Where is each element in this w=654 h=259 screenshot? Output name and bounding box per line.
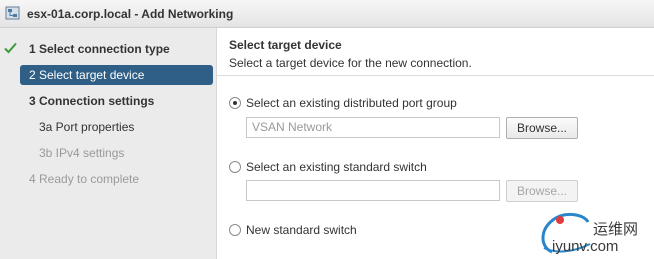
radio-new-standard-switch[interactable] bbox=[229, 224, 241, 236]
wizard-steps-sidebar: 1 Select connection type 2 Select target… bbox=[0, 28, 217, 259]
step-port-properties[interactable]: 3a Port properties bbox=[20, 117, 213, 137]
step-ready-to-complete: 4 Ready to complete bbox=[29, 172, 140, 186]
option-label: Select an existing standard switch bbox=[246, 160, 427, 174]
option-standard-switch[interactable]: Select an existing standard switch bbox=[229, 160, 427, 174]
option-new-standard-switch[interactable]: New standard switch bbox=[229, 223, 357, 237]
checkmark-icon bbox=[4, 42, 17, 54]
watermark: 运维网 iyunv.com bbox=[530, 208, 650, 258]
page-description: Select a target device for the new conne… bbox=[229, 56, 472, 70]
page-title: Select target device bbox=[229, 38, 342, 52]
option-distributed-port-group[interactable]: Select an existing distributed port grou… bbox=[229, 96, 457, 110]
network-wizard-icon bbox=[5, 6, 20, 20]
header-divider bbox=[217, 75, 654, 76]
step-ipv4-settings: 3b IPv4 settings bbox=[39, 146, 125, 160]
standard-switch-field[interactable] bbox=[246, 180, 500, 201]
radio-standard-switch[interactable] bbox=[229, 161, 241, 173]
step-select-connection-type[interactable]: 1 Select connection type bbox=[20, 39, 213, 59]
step-select-target-device[interactable]: 2 Select target device bbox=[20, 65, 213, 85]
step-connection-settings[interactable]: 3 Connection settings bbox=[20, 91, 213, 111]
option-label: Select an existing distributed port grou… bbox=[246, 96, 457, 110]
option-label: New standard switch bbox=[246, 223, 357, 237]
browse-distributed-button[interactable]: Browse... bbox=[506, 117, 578, 139]
window-title: esx-01a.corp.local - Add Networking bbox=[27, 7, 234, 21]
radio-distributed-port-group[interactable] bbox=[229, 97, 241, 109]
watermark-text: 运维网 bbox=[593, 221, 639, 238]
watermark-url: iyunv.com bbox=[552, 238, 619, 255]
browse-standard-button: Browse... bbox=[506, 180, 578, 202]
distributed-port-group-field[interactable]: VSAN Network bbox=[246, 117, 500, 138]
title-bar: esx-01a.corp.local - Add Networking bbox=[0, 0, 654, 28]
